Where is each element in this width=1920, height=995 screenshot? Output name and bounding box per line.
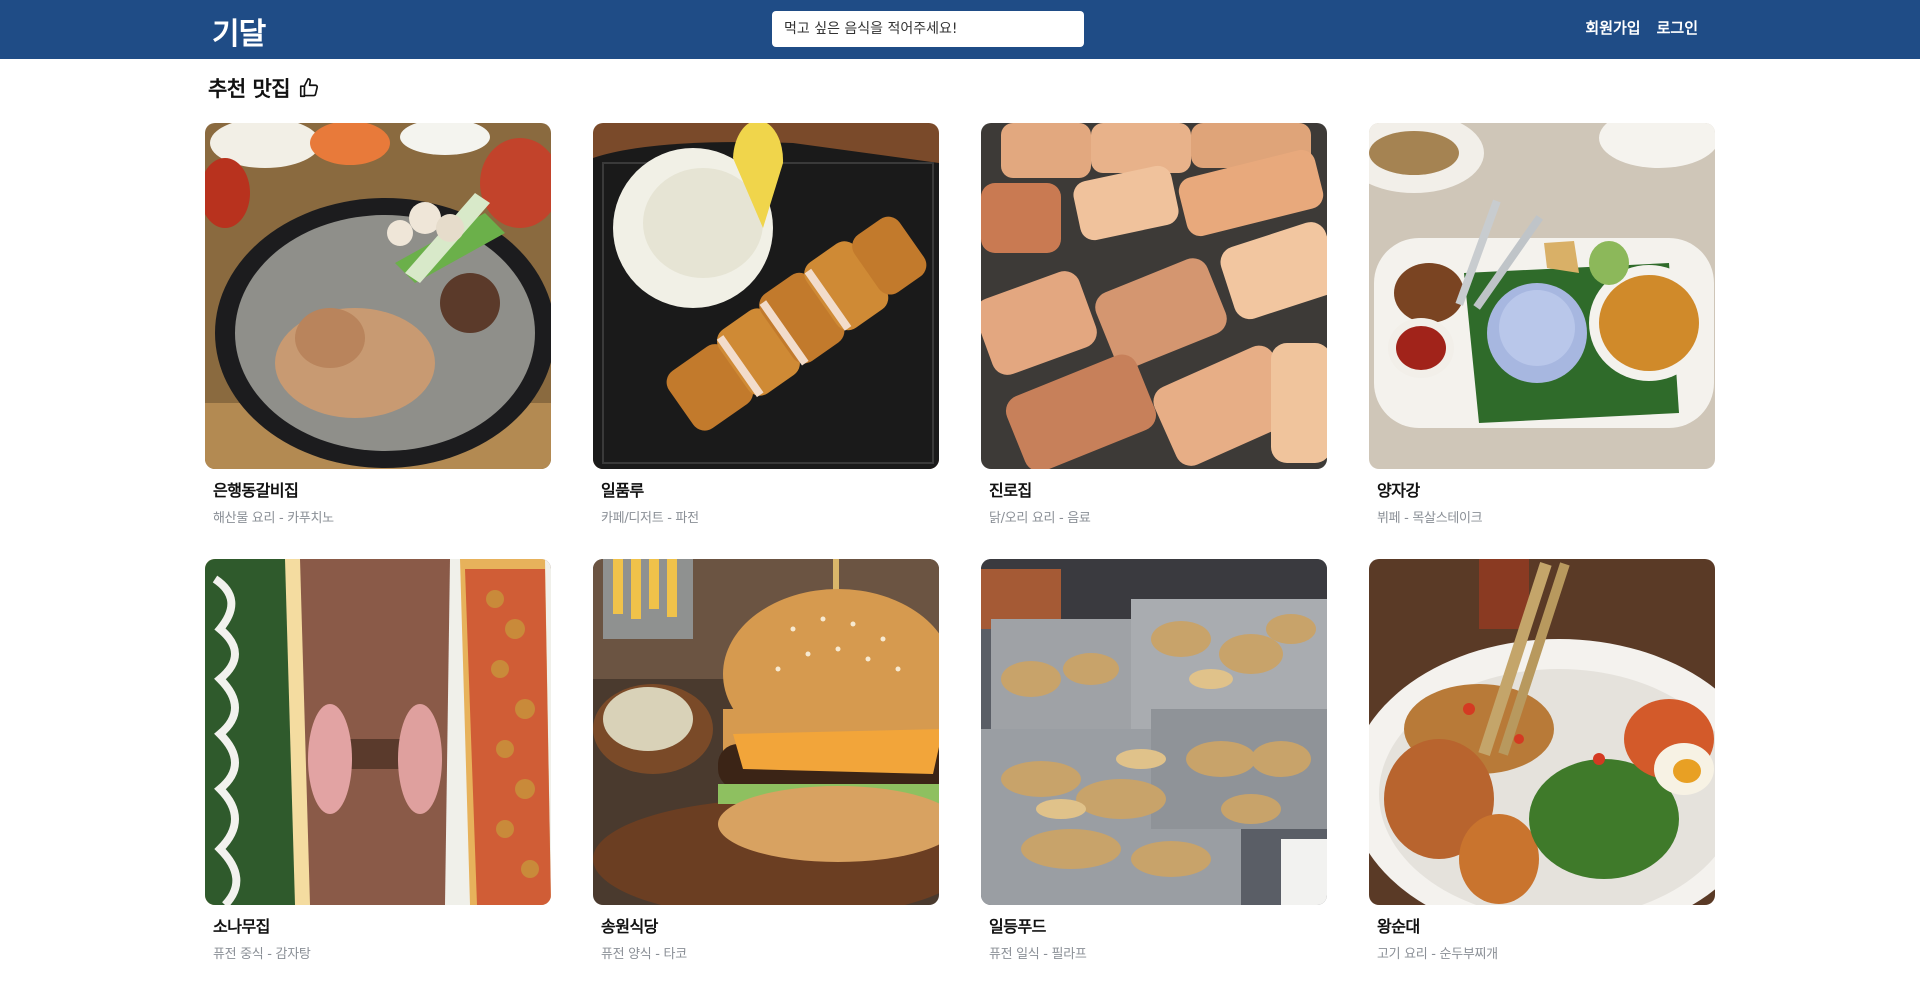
restaurant-card[interactable]: 왕순대 고기 요리 - 순두부찌개 — [1369, 559, 1715, 995]
restaurant-card[interactable]: 진로집 닭/오리 요리 - 음료 — [981, 123, 1327, 559]
section-header: 추천 맛집 — [208, 73, 320, 103]
restaurant-name[interactable]: 송원식당 — [601, 913, 939, 937]
restaurant-photo[interactable] — [205, 123, 551, 469]
restaurant-name[interactable]: 양자강 — [1377, 477, 1715, 501]
restaurant-category: 카페/디저트 - 파전 — [601, 511, 699, 526]
signup-link[interactable]: 회원가입 — [1585, 17, 1640, 38]
restaurant-category: 고기 요리 - 순두부찌개 — [1377, 947, 1498, 962]
restaurant-grid: 은행동갈비집 해산물 요리 - 카푸치노 일품루 카페/디저트 - 파전 진로집… — [205, 123, 1715, 995]
restaurant-photo[interactable] — [981, 123, 1327, 469]
restaurant-name[interactable]: 일등푸드 — [989, 913, 1327, 937]
login-link[interactable]: 로그인 — [1657, 17, 1698, 38]
restaurant-category: 퓨전 중식 - 감자탕 — [213, 947, 311, 962]
restaurant-photo[interactable] — [205, 559, 551, 905]
restaurant-category: 퓨전 양식 - 타코 — [601, 947, 687, 962]
thumbs-up-icon — [300, 78, 319, 98]
top-navigation-bar: 기달 회원가입 로그인 — [0, 0, 1920, 59]
restaurant-card[interactable]: 일품루 카페/디저트 - 파전 — [593, 123, 939, 559]
restaurant-name[interactable]: 진로집 — [989, 477, 1327, 501]
restaurant-card[interactable]: 일등푸드 퓨전 일식 - 필라프 — [981, 559, 1327, 995]
restaurant-photo[interactable] — [1369, 559, 1715, 905]
restaurant-photo[interactable] — [593, 559, 939, 905]
site-logo[interactable]: 기달 — [212, 9, 266, 53]
restaurant-category: 퓨전 일식 - 필라프 — [989, 947, 1087, 962]
restaurant-photo[interactable] — [981, 559, 1327, 905]
restaurant-name[interactable]: 왕순대 — [1377, 913, 1715, 937]
restaurant-name[interactable]: 은행동갈비집 — [213, 477, 551, 501]
section-title: 추천 맛집 — [208, 77, 291, 101]
restaurant-name[interactable]: 소나무집 — [213, 913, 551, 937]
restaurant-category: 닭/오리 요리 - 음료 — [989, 511, 1091, 526]
restaurant-card[interactable]: 은행동갈비집 해산물 요리 - 카푸치노 — [205, 123, 551, 559]
restaurant-card[interactable]: 소나무집 퓨전 중식 - 감자탕 — [205, 559, 551, 995]
search-input[interactable] — [772, 11, 1084, 47]
restaurant-name[interactable]: 일품루 — [601, 477, 939, 501]
restaurant-card[interactable]: 양자강 뷔페 - 목살스테이크 — [1369, 123, 1715, 559]
restaurant-photo[interactable] — [593, 123, 939, 469]
restaurant-card[interactable]: 송원식당 퓨전 양식 - 타코 — [593, 559, 939, 995]
account-nav: 회원가입 로그인 — [1585, 17, 1698, 38]
restaurant-category: 해산물 요리 - 카푸치노 — [213, 511, 334, 526]
restaurant-category: 뷔페 - 목살스테이크 — [1377, 511, 1483, 526]
restaurant-photo[interactable] — [1369, 123, 1715, 469]
